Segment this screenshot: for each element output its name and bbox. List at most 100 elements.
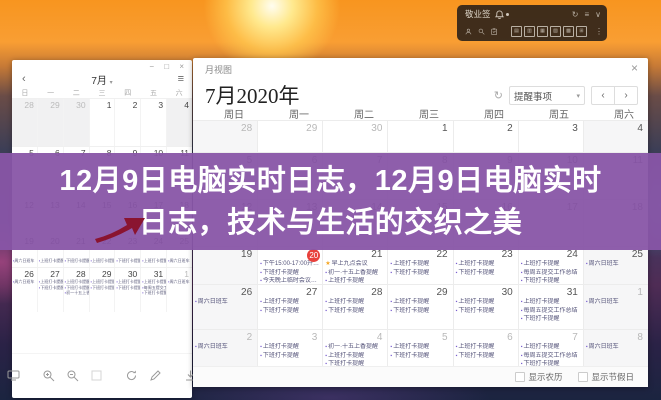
event-item[interactable]: ▪周六日班车 — [193, 343, 257, 352]
calendar-cell[interactable]: 4▪初一·十五上香提醒▪上班打卡提醒▪下班打卡提醒 — [323, 330, 388, 367]
event-item[interactable]: ▪下班打卡提醒 — [388, 269, 452, 278]
event-item[interactable]: ▪上班打卡提醒 — [141, 258, 166, 264]
event-item[interactable]: ▪上班打卡提醒 — [38, 279, 63, 285]
checkbox-icon[interactable] — [515, 372, 525, 382]
calendar-cell[interactable]: 1 — [388, 121, 453, 152]
calendar-cell[interactable]: 8▪周六日班车 — [584, 330, 648, 367]
refresh-icon[interactable] — [125, 369, 138, 382]
next-month-button[interactable]: › — [615, 87, 637, 104]
calendar-cell[interactable]: 6▪上班打卡提醒▪下班打卡提醒 — [454, 330, 519, 367]
bell-icon[interactable] — [495, 10, 504, 19]
checkbox-icon[interactable] — [578, 372, 588, 382]
event-item[interactable]: ▪下班打卡提醒 — [454, 269, 518, 278]
hamburger-menu-icon[interactable]: ≡ — [178, 73, 184, 85]
event-item[interactable]: ▪每周五提交工作总结 — [519, 269, 583, 278]
event-item[interactable]: ▪上班打卡提醒 — [258, 298, 322, 307]
event-item[interactable]: ▪上班打卡提醒 — [38, 258, 63, 264]
calendar-cell[interactable]: 1▪周六日班车 — [167, 268, 192, 312]
event-item[interactable]: ▪下班打卡提醒 — [388, 352, 452, 361]
more-icon[interactable]: ⋮ — [595, 27, 603, 36]
event-item[interactable]: ▪下班打卡提醒 — [90, 285, 115, 291]
calendar-cell[interactable]: 30▪上班打卡提醒▪下班打卡提醒 — [115, 268, 141, 312]
event-item[interactable]: ▪上班打卡提醒 — [323, 277, 387, 284]
calendar-cell[interactable]: 28 — [12, 99, 38, 146]
calendar-cell[interactable]: 30▪上班打卡提醒▪下班打卡提醒 — [454, 285, 519, 329]
calendar-cell[interactable]: 31▪上班打卡提醒▪每周五提交工作总结▪下班打卡提醒 — [141, 268, 167, 312]
event-item[interactable]: ▪周六日班车 — [167, 258, 192, 264]
menu-icon[interactable]: ≡ — [584, 10, 589, 19]
widget-tool-icon-4[interactable]: ▧ — [550, 26, 561, 37]
calendar-cell[interactable]: 3▪上班打卡提醒▪下班打卡提醒 — [258, 330, 323, 367]
close-icon[interactable]: × — [631, 61, 638, 75]
widget-tool-icon-6[interactable]: ⊞ — [576, 26, 587, 37]
calendar-cell[interactable]: 2▪周六日班车 — [193, 330, 258, 367]
sync-icon[interactable]: ↻ — [572, 10, 579, 19]
event-item[interactable]: ▪下班打卡提醒 — [258, 352, 322, 361]
zoom-out-icon[interactable] — [66, 369, 79, 382]
event-item[interactable]: ▪上班打卡提醒 — [388, 260, 452, 269]
event-item[interactable]: ▪初一十五上香提醒 — [64, 290, 89, 296]
calendar-cell[interactable]: 3 — [141, 99, 167, 146]
event-item[interactable]: ▪上班打卡提醒 — [323, 352, 387, 361]
event-item[interactable]: ▪下班打卡提醒 — [519, 315, 583, 324]
widget-tool-icon-1[interactable]: ▤ — [511, 26, 522, 37]
widget-tool-icon-2[interactable]: ▥ — [524, 26, 535, 37]
calendar-cell[interactable]: 28 — [193, 121, 258, 152]
calendar-cell[interactable]: 30 — [323, 121, 388, 152]
event-item[interactable]: ▪下班打卡提醒 — [64, 258, 89, 264]
calendar-cell[interactable]: 26▪周六日班车 — [193, 285, 258, 329]
event-item[interactable]: ▪下班打卡提醒 — [454, 307, 518, 316]
zoom-in-icon[interactable] — [42, 369, 55, 382]
calendar-cell[interactable]: 4 — [584, 121, 648, 152]
calendar-cell[interactable]: 28▪上班打卡提醒▪下班打卡提醒▪初一十五上香提醒 — [64, 268, 90, 312]
event-item[interactable]: ▪周六日班车 — [584, 298, 648, 307]
calendar-cell[interactable]: 26▪周六日班车 — [12, 268, 38, 312]
event-item[interactable]: ▪上班打卡提醒 — [454, 343, 518, 352]
event-item[interactable]: ▪上班打卡提醒 — [388, 298, 452, 307]
calendar-cell[interactable]: 22▪上班打卡提醒▪下班打卡提醒 — [388, 247, 453, 284]
event-item[interactable]: ▪周六日班车 — [12, 258, 37, 264]
event-item[interactable]: ▪周六日班车 — [193, 298, 257, 307]
calendar-cell[interactable]: 5▪上班打卡提醒▪下班打卡提醒 — [388, 330, 453, 367]
calendar-cell[interactable]: 29▪上班打卡提醒▪下班打卡提醒 — [90, 268, 116, 312]
prev-month-button[interactable]: ‹ — [592, 87, 615, 104]
event-item[interactable]: ▪上班打卡提醒 — [454, 260, 518, 269]
calendar-cell[interactable]: 27▪上班打卡提醒▪下班打卡提醒 — [38, 268, 64, 312]
event-item[interactable]: ▪上班打卡提醒 — [323, 298, 387, 307]
event-item[interactable]: ▪下班打卡提醒 — [141, 290, 166, 296]
event-item[interactable]: ▪上班打卡提醒 — [388, 343, 452, 352]
calendar-cell[interactable]: 4 — [167, 99, 192, 146]
calendar-cell[interactable]: 27▪上班打卡提醒▪下班打卡提醒 — [258, 285, 323, 329]
event-item[interactable]: ▪周六日班车 — [12, 279, 37, 285]
calendar-cell[interactable]: 30 — [64, 99, 90, 146]
event-item[interactable]: ▪上班打卡提醒 — [454, 298, 518, 307]
event-item[interactable]: ▪上班打卡提醒 — [64, 279, 89, 285]
select-icon[interactable] — [90, 369, 103, 382]
calendar-cell[interactable]: 2 — [115, 99, 141, 146]
calendar-cell[interactable]: 23▪上班打卡提醒▪下班打卡提醒 — [454, 247, 519, 284]
event-item[interactable]: ▪上班打卡提醒 — [519, 260, 583, 269]
window-controls[interactable]: − □ × — [149, 62, 188, 71]
filter-select[interactable]: 提醒事项 ▾ — [509, 86, 585, 105]
event-item[interactable]: ▪下班打卡提醒 — [454, 352, 518, 361]
user-icon[interactable] — [465, 26, 472, 37]
event-item[interactable]: ▪下班打卡提醒 — [519, 277, 583, 284]
sticky-note-widget[interactable]: 敬业签 ↻ ≡ ∨ ▤▥▦▧▩⊞ ⋮ — [457, 5, 607, 41]
event-item[interactable]: ▪今天晚上临时会议… — [258, 277, 322, 284]
event-item[interactable]: ▪下班打卡提醒 — [258, 269, 322, 278]
event-item[interactable]: ▪周六日班车 — [584, 343, 648, 352]
calendar-cell[interactable]: 3 — [519, 121, 584, 152]
event-item[interactable]: ▪上班打卡提醒 — [115, 279, 140, 285]
calendar-cell[interactable]: 1▪周六日班车 — [584, 285, 648, 329]
footer-checkbox-1[interactable]: 显示农历 — [515, 371, 562, 383]
event-item[interactable]: ▪下班打卡提醒 — [388, 307, 452, 316]
calendar-cell[interactable]: 29 — [258, 121, 323, 152]
event-item[interactable]: ▪上班打卡提醒 — [519, 298, 583, 307]
clipboard-icon[interactable] — [491, 26, 497, 37]
calendar-cell[interactable]: 21★早上九点会议▪初一·十五上香提醒▪上班打卡提醒 — [323, 247, 388, 284]
display-icon[interactable] — [7, 369, 20, 382]
event-item[interactable]: ▪上班打卡提醒 — [141, 279, 166, 285]
event-item[interactable]: ▪每周五提交工作总结 — [519, 352, 583, 361]
event-item[interactable]: ▪每周五提交工作总结 — [519, 307, 583, 316]
footer-checkbox-2[interactable]: 显示节假日 — [578, 371, 634, 383]
